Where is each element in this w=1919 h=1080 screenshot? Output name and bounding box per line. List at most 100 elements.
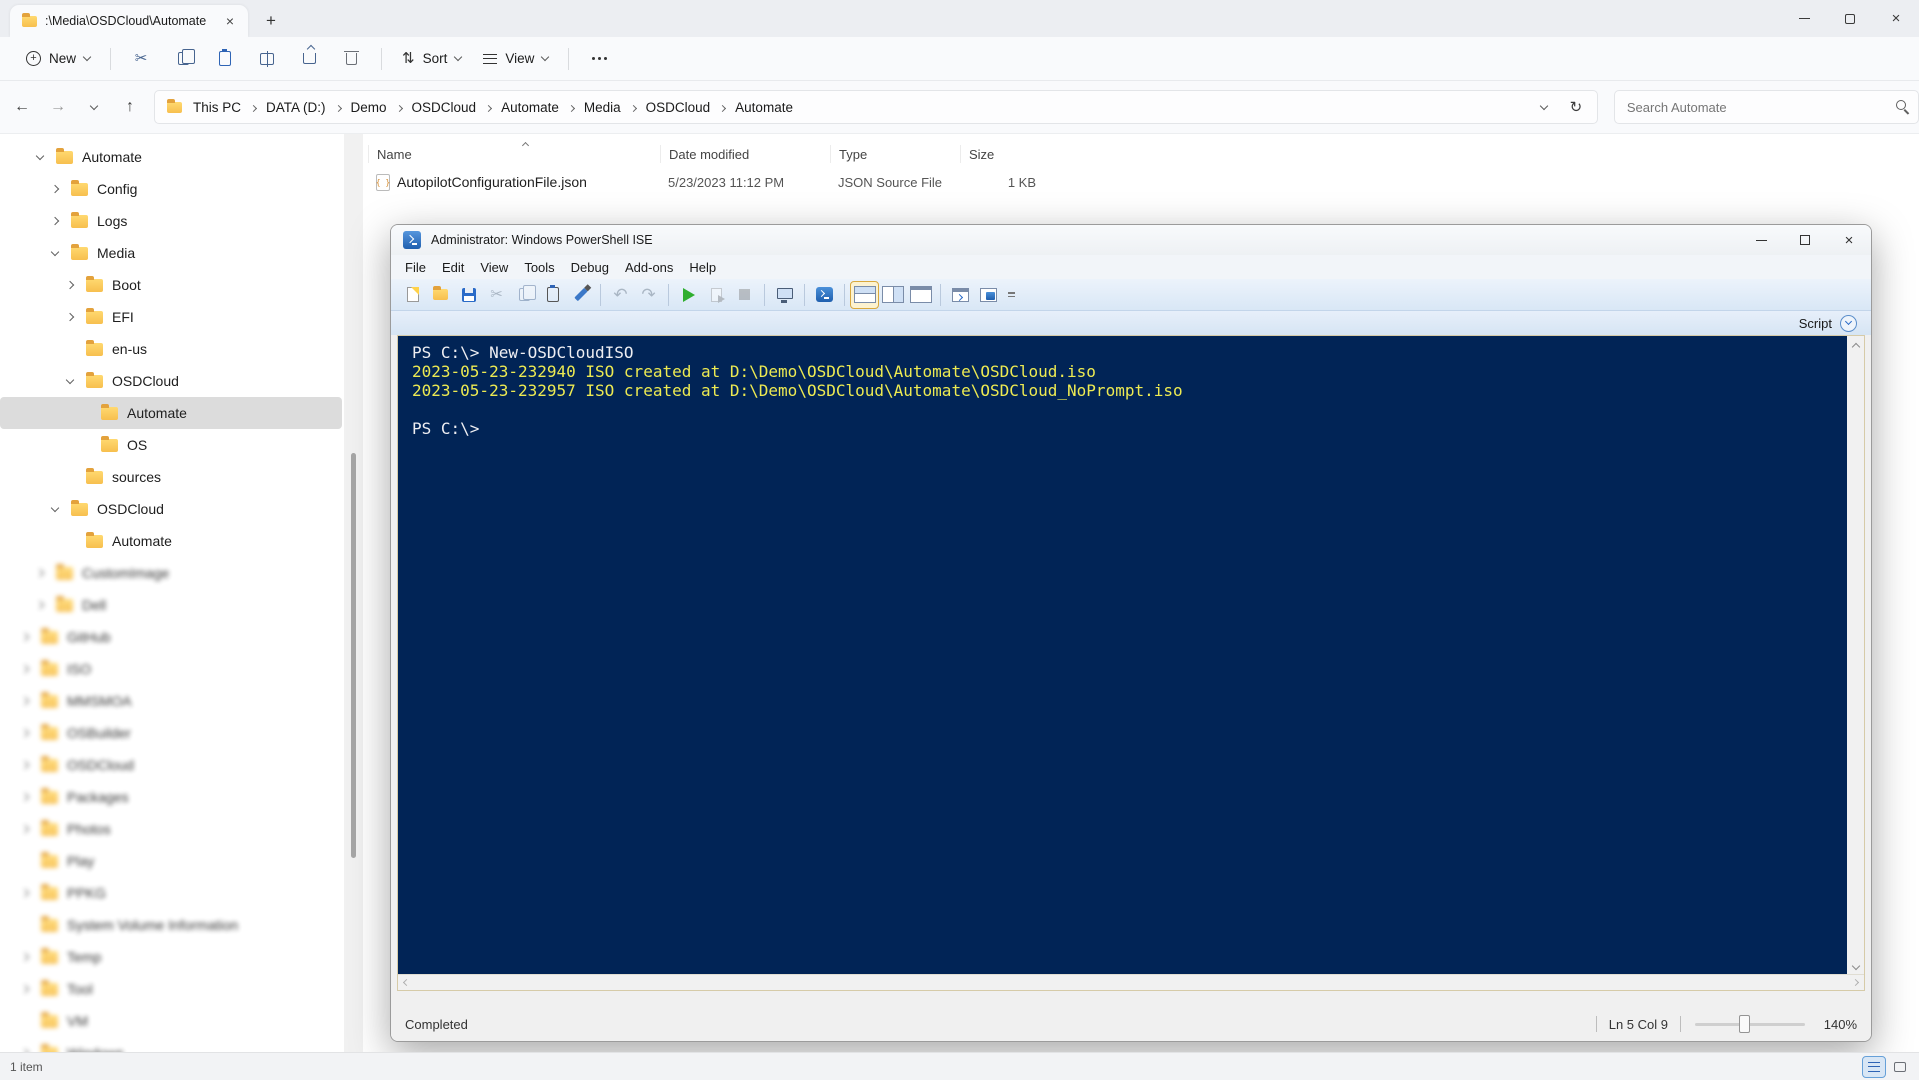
tree-chevron-icon[interactable] [35,151,45,160]
tree-item-github[interactable]: GitHub [0,621,344,653]
start-powershell-button[interactable] [811,282,838,308]
sort-button[interactable]: ⇅ Sort [392,43,471,75]
scroll-right-icon[interactable] [1851,978,1860,987]
menu-add-ons[interactable]: Add-ons [617,257,681,278]
open-script-button[interactable] [427,282,454,308]
tree-item-tool[interactable]: Tool [0,973,344,1005]
tree-item-ppkg[interactable]: PPKG [0,877,344,909]
share-button[interactable] [289,43,329,75]
tree-chevron-icon[interactable] [20,760,30,770]
tree-item-customimage[interactable]: CustomImage [0,557,344,589]
breadcrumb-item-this-pc[interactable]: This PC [186,97,248,118]
tree-item-logs[interactable]: Logs [0,205,344,237]
menu-edit[interactable]: Edit [434,257,472,278]
tree-item-mmsmoa[interactable]: MMSMOA [0,685,344,717]
zoom-slider[interactable] [1695,1014,1805,1033]
breadcrumb-item-osdcloud[interactable]: OSDCloud [405,97,484,118]
address-dropdown-button[interactable] [1531,91,1557,123]
tree-chevron-icon[interactable] [20,664,30,674]
tree-item-packages[interactable]: Packages [0,781,344,813]
run-selection-button[interactable] [703,282,730,308]
new-remote-session-button[interactable] [771,282,798,308]
tree-chevron-icon[interactable] [50,247,60,256]
menu-debug[interactable]: Debug [563,257,617,278]
tree-item-photos[interactable]: Photos [0,813,344,845]
tree-chevron-icon[interactable] [20,792,30,802]
tree-item-osdcloud[interactable]: OSDCloud [0,749,344,781]
breadcrumb-item-automate[interactable]: Automate [494,97,566,118]
column-header-date[interactable]: Date modified [660,145,830,163]
breadcrumb-item-automate[interactable]: Automate [728,97,800,118]
back-button[interactable]: ← [6,91,38,123]
zoom-slider-thumb[interactable] [1739,1014,1750,1033]
breadcrumb-item-data-d[interactable]: DATA (D:) [259,97,333,118]
column-header-size[interactable]: Size [960,145,1050,163]
scroll-up-icon[interactable] [1851,342,1860,352]
scrollbar-thumb[interactable] [351,453,356,858]
paste-button[interactable] [205,43,245,75]
copy-button[interactable] [163,43,203,75]
tree-item-dell[interactable]: Dell [0,589,344,621]
tree-chevron-icon[interactable] [20,984,30,994]
search-input[interactable] [1614,91,1918,123]
tree-item-automate[interactable]: Automate [0,397,342,429]
menu-help[interactable]: Help [681,257,724,278]
tree-item-automate[interactable]: Automate [0,525,344,557]
delete-button[interactable] [331,43,371,75]
tree-chevron-icon[interactable] [65,375,75,384]
tree-chevron-icon[interactable] [20,696,30,706]
tree-item-osdcloud[interactable]: OSDCloud [0,365,344,397]
rename-button[interactable] [247,43,287,75]
column-header-type[interactable]: Type [830,145,960,163]
start-powershell-exe-button[interactable] [975,282,1002,308]
clear-console-button[interactable] [567,282,594,308]
view-button[interactable]: View [473,43,558,75]
console-horizontal-scrollbar[interactable] [398,974,1864,990]
thumbnail-view-toggle[interactable] [1889,1057,1911,1077]
tree-chevron-icon[interactable] [20,728,30,738]
minimize-button[interactable] [1781,0,1827,37]
ise-close-button[interactable]: × [1827,225,1871,255]
file-row-autopilotconfigurationfile-json[interactable]: { } AutopilotConfigurationFile.json 5/23… [368,168,1919,196]
ise-title-bar[interactable]: Administrator: Windows PowerShell ISE × [391,225,1871,255]
tree-item-osbuilder[interactable]: OSBuilder [0,717,344,749]
sidebar-scrollbar[interactable] [344,134,363,1052]
copy-button-ise[interactable] [511,282,538,308]
scroll-down-icon[interactable] [1851,961,1860,971]
tree-item-media[interactable]: Media [0,237,344,269]
menu-tools[interactable]: Tools [516,257,562,278]
console-output[interactable]: PS C:\> New-OSDCloudISO 2023-05-23-232940… [398,336,1847,974]
ise-minimize-button[interactable] [1739,225,1783,255]
tree-chevron-icon[interactable] [20,824,30,834]
breadcrumb-item-osdcloud[interactable]: OSDCloud [639,97,718,118]
tree-chevron-icon[interactable] [50,184,60,194]
breadcrumb-item-demo[interactable]: Demo [344,97,394,118]
undo-button[interactable]: ↶ [607,282,634,308]
cut-button-ise[interactable]: ✂ [483,282,510,308]
console-vertical-scrollbar[interactable] [1847,336,1864,974]
tree-item-en-us[interactable]: en-us [0,333,344,365]
column-header-name[interactable]: Name [368,145,660,163]
tree-item-sources[interactable]: sources [0,461,344,493]
cut-button[interactable]: ✂ [121,43,161,75]
tree-item-temp[interactable]: Temp [0,941,344,973]
close-button[interactable]: × [1873,0,1919,37]
tree-item-vm[interactable]: VM [0,1005,344,1037]
tree-item-config[interactable]: Config [0,173,344,205]
new-remote-tab-button[interactable] [947,282,974,308]
breadcrumb-item-media[interactable]: Media [577,97,628,118]
script-pane-top-button[interactable] [850,280,879,309]
tree-item-os[interactable]: OS [0,429,344,461]
stop-operation-button[interactable] [731,282,758,308]
redo-button[interactable]: ↷ [635,282,662,308]
tree-chevron-icon[interactable] [20,632,30,642]
maximize-button[interactable] [1827,0,1873,37]
tree-chevron-icon[interactable] [35,568,45,578]
explorer-tab[interactable]: :\Media\OSDCloud\Automate × [10,5,248,37]
tree-chevron-icon[interactable] [65,280,75,290]
new-tab-button[interactable]: + [256,8,286,34]
menu-view[interactable]: View [472,257,516,278]
script-expand-button[interactable] [1840,314,1857,332]
tree-chevron-icon[interactable] [20,952,30,962]
toolbar-overflow-button[interactable] [1003,282,1019,308]
